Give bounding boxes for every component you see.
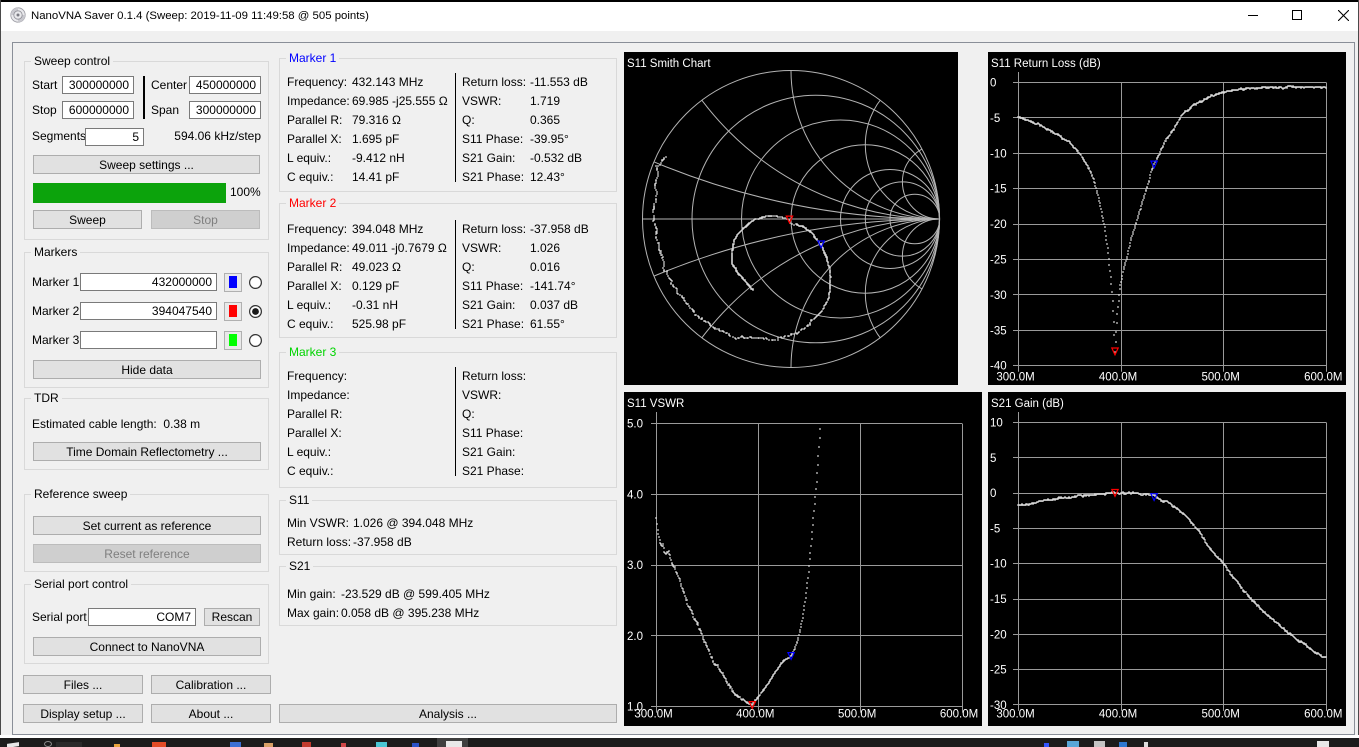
svg-text:2.0: 2.0 [627,631,643,643]
svg-text:-5: -5 [990,523,1000,535]
svg-text:-15: -15 [990,594,1007,606]
svg-text:500.0M: 500.0M [1202,372,1240,384]
svg-text:300.0M: 300.0M [996,372,1034,384]
svg-text:-25: -25 [990,255,1007,267]
svg-text:400.0M: 400.0M [736,709,774,721]
svg-text:5: 5 [990,453,996,465]
svg-text:S21 Gain (dB): S21 Gain (dB) [991,398,1064,410]
svg-text:300.0M: 300.0M [634,709,672,721]
svg-text:10: 10 [990,418,1003,430]
svg-text:-35: -35 [990,325,1007,337]
svg-text:600.0M: 600.0M [1304,372,1342,384]
svg-text:400.0M: 400.0M [1099,709,1137,721]
svg-text:600.0M: 600.0M [1304,709,1342,721]
svg-text:-10: -10 [990,148,1007,160]
svg-text:-20: -20 [990,219,1007,231]
svg-text:300.0M: 300.0M [996,709,1034,721]
svg-text:S11 Smith Chart: S11 Smith Chart [627,58,711,70]
svg-text:500.0M: 500.0M [838,709,876,721]
svg-text:S11 VSWR: S11 VSWR [627,398,684,410]
svg-text:0: 0 [990,488,996,500]
svg-text:-25: -25 [990,665,1007,677]
svg-text:400.0M: 400.0M [1099,372,1137,384]
svg-text:-15: -15 [990,184,1007,196]
svg-text:S11 Return Loss (dB): S11 Return Loss (dB) [991,58,1101,70]
svg-text:0: 0 [990,78,996,90]
svg-text:3.0: 3.0 [627,560,643,572]
svg-text:-5: -5 [990,113,1000,125]
svg-text:500.0M: 500.0M [1202,709,1240,721]
svg-text:-10: -10 [990,559,1007,571]
svg-text:4.0: 4.0 [627,489,643,501]
svg-text:600.0M: 600.0M [940,709,978,721]
svg-text:-30: -30 [990,290,1007,302]
svg-text:-20: -20 [990,629,1007,641]
svg-text:5.0: 5.0 [627,419,643,431]
